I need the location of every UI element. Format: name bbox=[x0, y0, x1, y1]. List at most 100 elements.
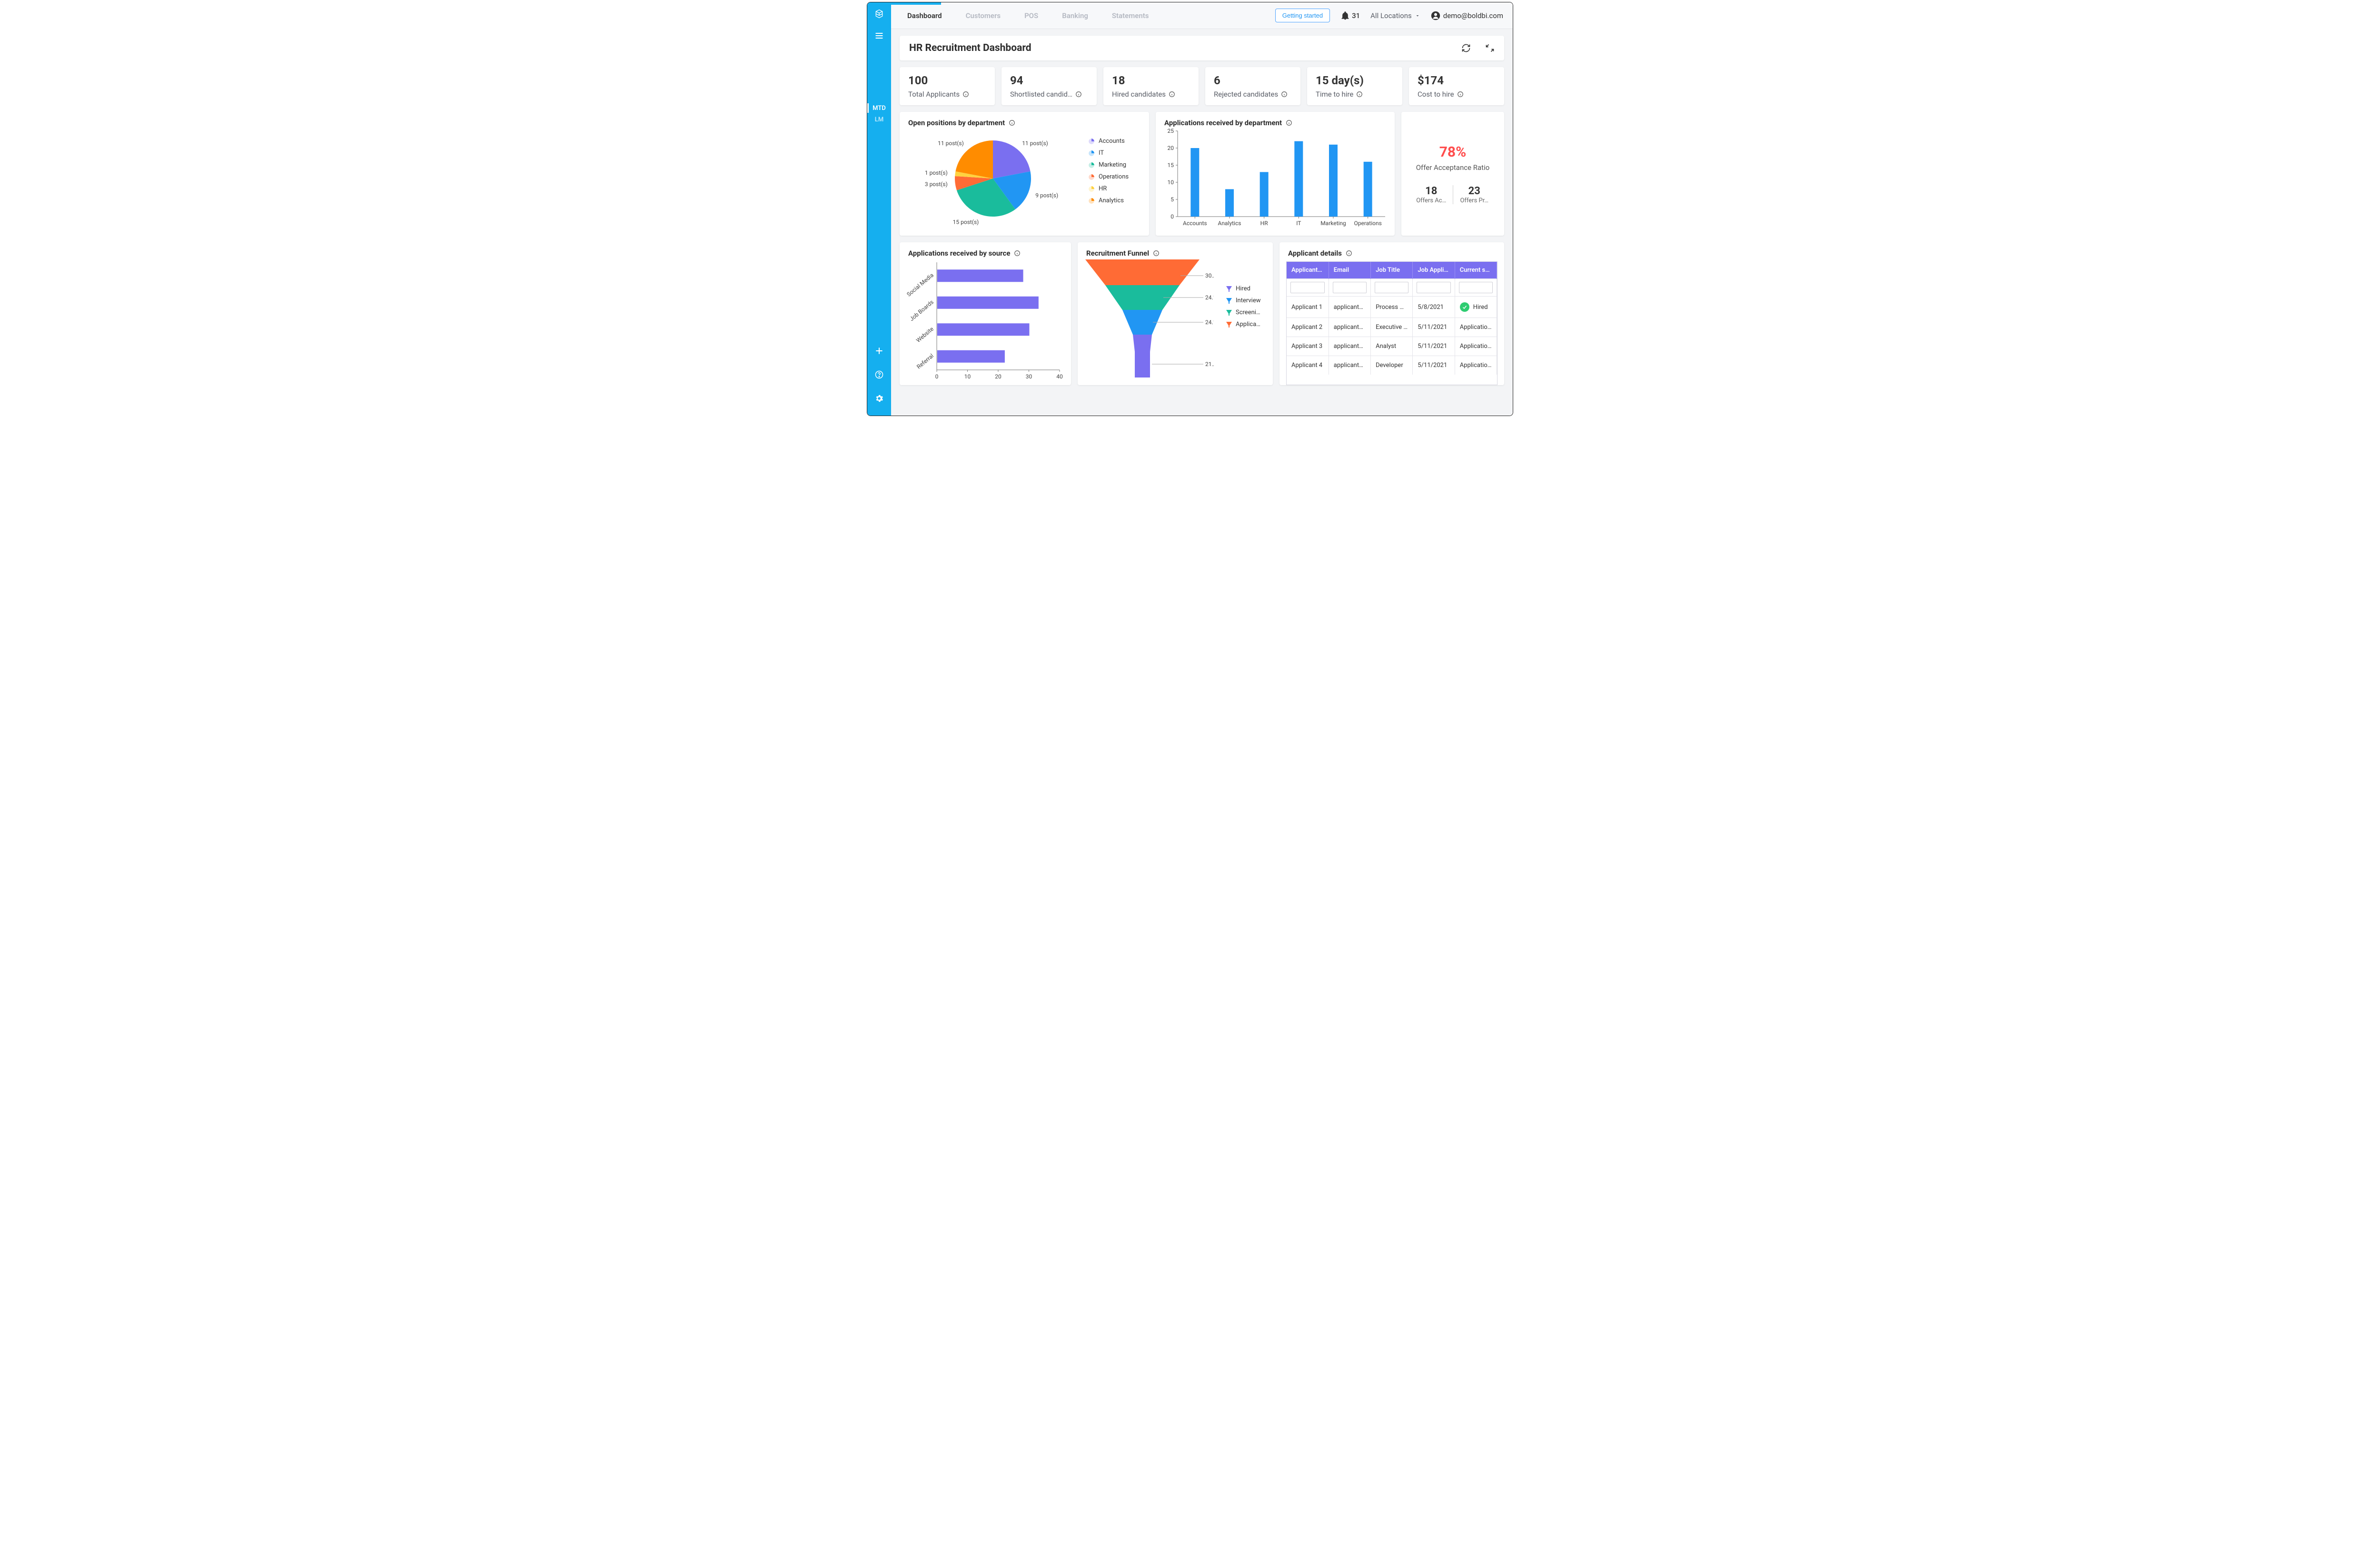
nav-tab-dashboard[interactable]: Dashboard bbox=[907, 11, 942, 20]
svg-text:9 post(s): 9 post(s) bbox=[1035, 192, 1058, 199]
svg-text:Operations: Operations bbox=[1354, 220, 1382, 227]
legend-label: IT bbox=[1099, 149, 1104, 157]
info-icon[interactable] bbox=[1169, 91, 1175, 98]
info-icon[interactable] bbox=[1346, 250, 1352, 257]
applicant-details-card: Applicant details Applicant Na…EmailJob … bbox=[1279, 242, 1504, 385]
legend-funnel-icon bbox=[1226, 322, 1232, 328]
table-header[interactable]: Job Applied … bbox=[1413, 262, 1455, 279]
legend-item[interactable]: Applica… bbox=[1226, 321, 1266, 328]
locations-dropdown[interactable]: All Locations bbox=[1370, 11, 1420, 20]
kpi-value: 94 bbox=[1010, 74, 1088, 87]
info-icon[interactable] bbox=[1014, 250, 1021, 257]
kpi-row: 100 Total Applicants 94 Shortlisted cand… bbox=[900, 67, 1504, 105]
svg-text:25: 25 bbox=[1168, 128, 1174, 134]
dashboard-title-card: HR Recruitment Dashboard bbox=[900, 36, 1504, 60]
info-icon[interactable] bbox=[1356, 91, 1363, 98]
table-header[interactable]: Job Title bbox=[1371, 262, 1413, 279]
legend-item[interactable]: Marketing bbox=[1088, 161, 1140, 169]
kpi-value: 6 bbox=[1214, 74, 1292, 87]
settings-gear-icon[interactable] bbox=[874, 394, 884, 403]
column-filter-input[interactable] bbox=[1375, 282, 1408, 293]
applicant-table: Applicant Na…EmailJob TitleJob Applied …… bbox=[1287, 262, 1497, 375]
hamburger-menu-icon[interactable] bbox=[874, 31, 884, 40]
info-icon[interactable] bbox=[1153, 250, 1160, 257]
column-filter-input[interactable] bbox=[1333, 282, 1367, 293]
nav-tab-customers[interactable]: Customers bbox=[966, 11, 1001, 20]
applications-by-source-card: Applications received by source 01020304… bbox=[900, 242, 1071, 385]
column-filter-input[interactable] bbox=[1417, 282, 1450, 293]
nav-tab-statements[interactable]: Statements bbox=[1112, 11, 1149, 20]
table-header[interactable]: Applicant Na… bbox=[1287, 262, 1329, 279]
app-logo-icon bbox=[874, 9, 884, 19]
sidebar-tab-lm[interactable]: LM bbox=[867, 114, 891, 125]
column-filter-input[interactable] bbox=[1290, 282, 1325, 293]
offers-provided-label: Offers Pr… bbox=[1456, 197, 1493, 204]
legend-item[interactable]: HR bbox=[1088, 185, 1140, 192]
legend-item[interactable]: Interview bbox=[1226, 297, 1266, 304]
left-sidebar: MTD LM bbox=[867, 2, 891, 416]
funnel-legend: Hired Interview Screeni… Applica… bbox=[1226, 285, 1266, 333]
legend-item[interactable]: Operations bbox=[1088, 173, 1140, 180]
add-icon[interactable] bbox=[874, 346, 884, 356]
bar-chart[interactable]: 0510152025AccountsAnalyticsHRITMarketing… bbox=[1161, 128, 1390, 231]
table-row[interactable]: Applicant 1applicant11…Process Ass…5/8/2… bbox=[1287, 297, 1497, 318]
nav-tabs: Dashboard Customers POS Banking Statemen… bbox=[907, 11, 1149, 20]
table-row[interactable]: Applicant 4applicant44…Developer5/11/202… bbox=[1287, 356, 1497, 375]
svg-text:0: 0 bbox=[1170, 213, 1174, 220]
info-icon[interactable] bbox=[1075, 91, 1082, 98]
svg-text:0: 0 bbox=[935, 373, 939, 380]
kpi-label: Rejected candidates bbox=[1214, 90, 1278, 99]
legend-pie-icon bbox=[1088, 150, 1095, 157]
legend-label: Operations bbox=[1099, 173, 1129, 180]
svg-text:Social Media: Social Media bbox=[905, 272, 935, 298]
svg-text:Accounts: Accounts bbox=[1183, 220, 1207, 227]
svg-text:30: 30 bbox=[1026, 373, 1032, 380]
column-filter-input[interactable] bbox=[1459, 282, 1493, 293]
info-icon[interactable] bbox=[1457, 91, 1464, 98]
funnel-chart[interactable]: 30…24.1%24.1%21… bbox=[1081, 257, 1214, 380]
help-icon[interactable] bbox=[874, 370, 884, 379]
applicant-table-wrap: Applicant Na…EmailJob TitleJob Applied …… bbox=[1286, 261, 1497, 385]
info-icon[interactable] bbox=[962, 91, 969, 98]
nav-tab-pos[interactable]: POS bbox=[1024, 11, 1038, 20]
table-header[interactable]: Current status bbox=[1455, 262, 1497, 279]
legend-label: Screeni… bbox=[1236, 309, 1260, 316]
info-icon[interactable] bbox=[1286, 119, 1292, 126]
offers-provided-value: 23 bbox=[1456, 185, 1493, 197]
horizontal-bar-chart[interactable]: 010203040Social MediaJob BoardsWebsiteRe… bbox=[903, 258, 1065, 381]
info-icon[interactable] bbox=[1281, 91, 1288, 98]
legend-funnel-icon bbox=[1226, 310, 1232, 316]
legend-item[interactable]: IT bbox=[1088, 149, 1140, 157]
nav-tab-banking[interactable]: Banking bbox=[1062, 11, 1088, 20]
notifications-button[interactable]: 31 bbox=[1340, 11, 1360, 20]
sidebar-tab-mtd[interactable]: MTD bbox=[867, 102, 891, 114]
table-header[interactable]: Email bbox=[1329, 262, 1370, 279]
legend-item[interactable]: Accounts bbox=[1088, 138, 1140, 145]
table-row[interactable]: Applicant 3applicant33…Analyst5/11/2021A… bbox=[1287, 337, 1497, 356]
refresh-icon[interactable] bbox=[1461, 43, 1471, 53]
user-menu[interactable]: demo@boldbi.com bbox=[1431, 11, 1503, 20]
kpi-card-0: 100 Total Applicants bbox=[900, 67, 995, 105]
legend-label: Applica… bbox=[1236, 321, 1260, 328]
chevron-down-icon bbox=[1415, 13, 1420, 19]
svg-text:10: 10 bbox=[1168, 179, 1174, 186]
offers-accepted-value: 18 bbox=[1413, 185, 1450, 197]
svg-text:IT: IT bbox=[1296, 220, 1301, 227]
pie-chart[interactable]: 11 post(s)9 post(s)15 post(s)3 post(s)1 … bbox=[902, 126, 1069, 231]
kpi-card-5: $174 Cost to hire bbox=[1409, 67, 1504, 105]
offer-ratio-value: 78% bbox=[1439, 144, 1467, 160]
compress-icon[interactable] bbox=[1485, 43, 1495, 53]
topbar: Dashboard Customers POS Banking Statemen… bbox=[891, 2, 1513, 29]
legend-item[interactable]: Hired bbox=[1226, 285, 1266, 292]
svg-text:Job Boards: Job Boards bbox=[908, 298, 935, 322]
table-row[interactable]: Applicant 2applicant22…Executive O…5/11/… bbox=[1287, 318, 1497, 337]
info-icon[interactable] bbox=[1009, 119, 1015, 126]
svg-text:5: 5 bbox=[1170, 196, 1174, 203]
legend-item[interactable]: Analytics bbox=[1088, 197, 1140, 204]
svg-text:1 post(s): 1 post(s) bbox=[925, 169, 948, 176]
content-area: HR Recruitment Dashboard 100 Total Appli… bbox=[891, 29, 1513, 416]
getting-started-button[interactable]: Getting started bbox=[1275, 9, 1330, 22]
legend-pie-icon bbox=[1088, 186, 1095, 192]
legend-item[interactable]: Screeni… bbox=[1226, 309, 1266, 316]
user-avatar-icon bbox=[1431, 11, 1440, 20]
